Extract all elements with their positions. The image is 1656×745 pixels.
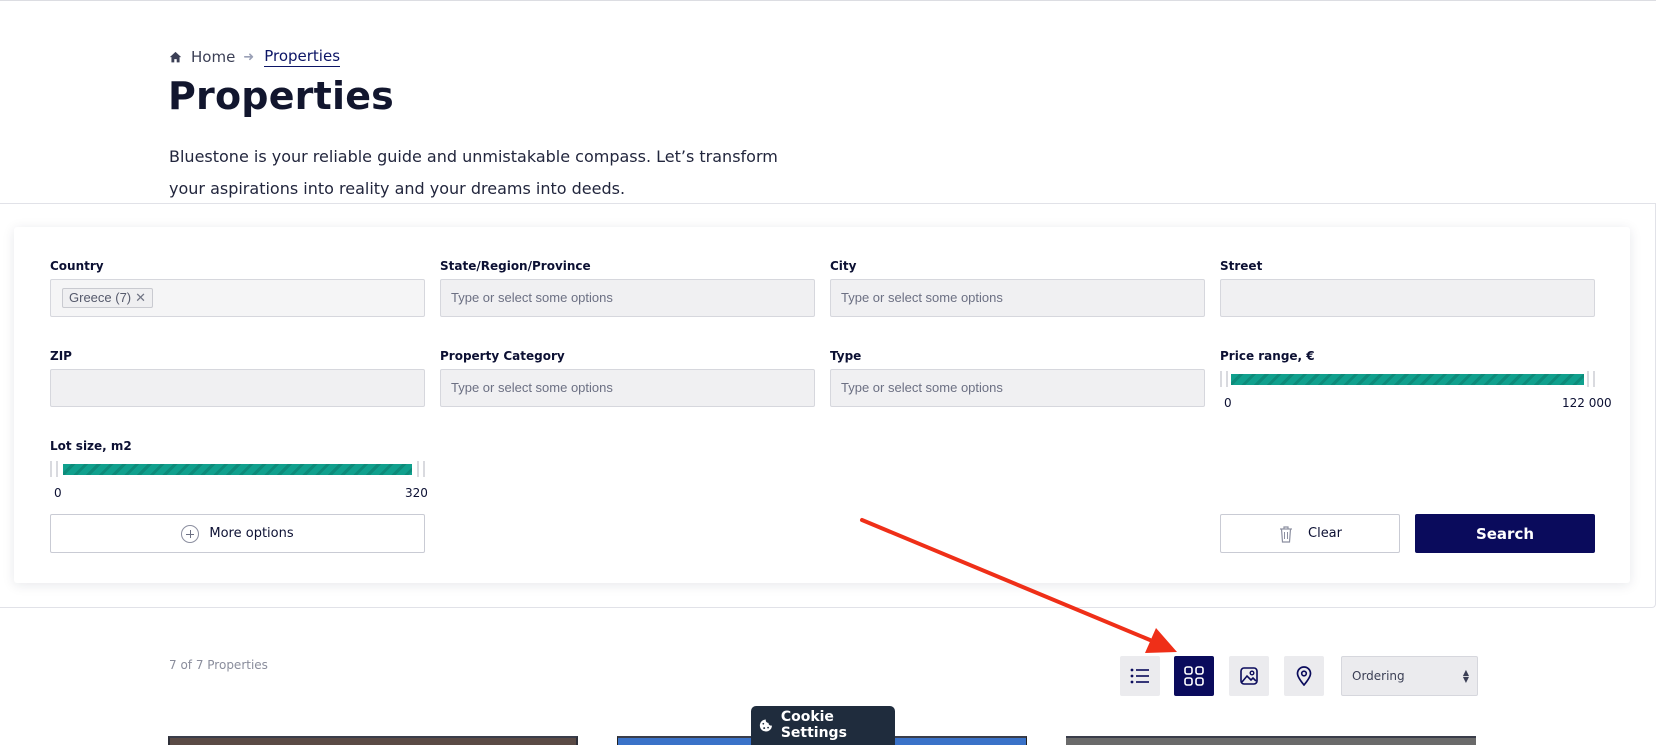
category-label: Property Category — [440, 349, 565, 363]
cookie-icon — [759, 718, 772, 732]
search-button[interactable]: Search — [1415, 514, 1595, 553]
page-title: Properties — [168, 74, 394, 118]
cookie-settings-label: Cookie Settings — [780, 709, 847, 741]
lot-max-value: 320 — [405, 486, 428, 500]
price-range-slider[interactable] — [1220, 371, 1595, 387]
type-select[interactable]: Type or select some options — [830, 369, 1205, 407]
top-border — [0, 0, 1656, 1]
more-options-label: More options — [209, 526, 294, 541]
grid-icon — [1184, 666, 1204, 686]
grid-view-button[interactable] — [1174, 656, 1214, 696]
price-range-bar — [1231, 374, 1584, 385]
breadcrumb-arrow-icon: ➜ — [243, 49, 255, 65]
map-pin-icon — [1296, 666, 1312, 686]
country-label: Country — [50, 259, 104, 273]
property-card[interactable] — [168, 736, 578, 745]
lot-min-handle[interactable] — [50, 461, 58, 477]
price-min-handle[interactable] — [1220, 371, 1228, 387]
select-caret-icon: ▲ ▼ — [1462, 668, 1469, 684]
breadcrumb-current[interactable]: Properties — [264, 47, 341, 67]
country-tag-label: Greece (7) — [69, 290, 132, 305]
country-tag[interactable]: Greece (7) ✕ — [62, 288, 154, 308]
trash-icon — [1280, 525, 1292, 543]
list-icon — [1130, 668, 1149, 684]
ordering-value: Ordering — [1352, 669, 1405, 683]
state-label: State/Region/Province — [440, 259, 591, 273]
state-select[interactable]: Type or select some options — [440, 279, 815, 317]
property-card[interactable] — [1066, 736, 1476, 745]
price-min-value: 0 — [1224, 396, 1232, 410]
city-select[interactable]: Type or select some options — [830, 279, 1205, 317]
breadcrumb-home-link[interactable]: Home — [191, 48, 235, 66]
plus-circle-icon — [181, 524, 200, 543]
lot-range-bar — [63, 464, 412, 475]
city-label: City — [830, 259, 857, 273]
price-max-handle[interactable] — [1587, 371, 1595, 387]
page-description: Bluestone is your reliable guide and unm… — [169, 147, 778, 198]
gallery-view-button[interactable] — [1229, 656, 1269, 696]
type-label: Type — [830, 349, 862, 363]
lot-max-handle[interactable] — [417, 461, 425, 477]
street-input[interactable] — [1220, 279, 1595, 317]
ordering-select[interactable]: Ordering ▲ ▼ — [1341, 656, 1478, 696]
clear-label: Clear — [1308, 526, 1342, 541]
price-label: Price range, € — [1220, 349, 1315, 363]
cookie-settings-button[interactable]: Cookie Settings — [751, 706, 895, 745]
image-icon — [1240, 667, 1258, 685]
street-label: Street — [1220, 259, 1263, 273]
home-icon — [169, 51, 182, 62]
category-select[interactable]: Type or select some options — [440, 369, 815, 407]
zip-label: ZIP — [50, 349, 72, 363]
price-max-value: 122 000 — [1562, 396, 1612, 410]
more-options-button[interactable]: More options — [50, 514, 425, 553]
remove-tag-icon[interactable]: ✕ — [135, 290, 146, 305]
lot-size-slider[interactable] — [50, 461, 425, 477]
list-view-button[interactable] — [1120, 656, 1160, 696]
lot-min-value: 0 — [54, 486, 62, 500]
country-select[interactable]: Greece (7) ✕ — [50, 279, 425, 317]
results-count: 7 of 7 Properties — [169, 658, 268, 672]
zip-input[interactable] — [50, 369, 425, 407]
breadcrumb: Home ➜ Properties — [169, 47, 341, 67]
lot-label: Lot size, m2 — [50, 439, 132, 453]
clear-button[interactable]: Clear — [1220, 514, 1400, 553]
map-view-button[interactable] — [1284, 656, 1324, 696]
